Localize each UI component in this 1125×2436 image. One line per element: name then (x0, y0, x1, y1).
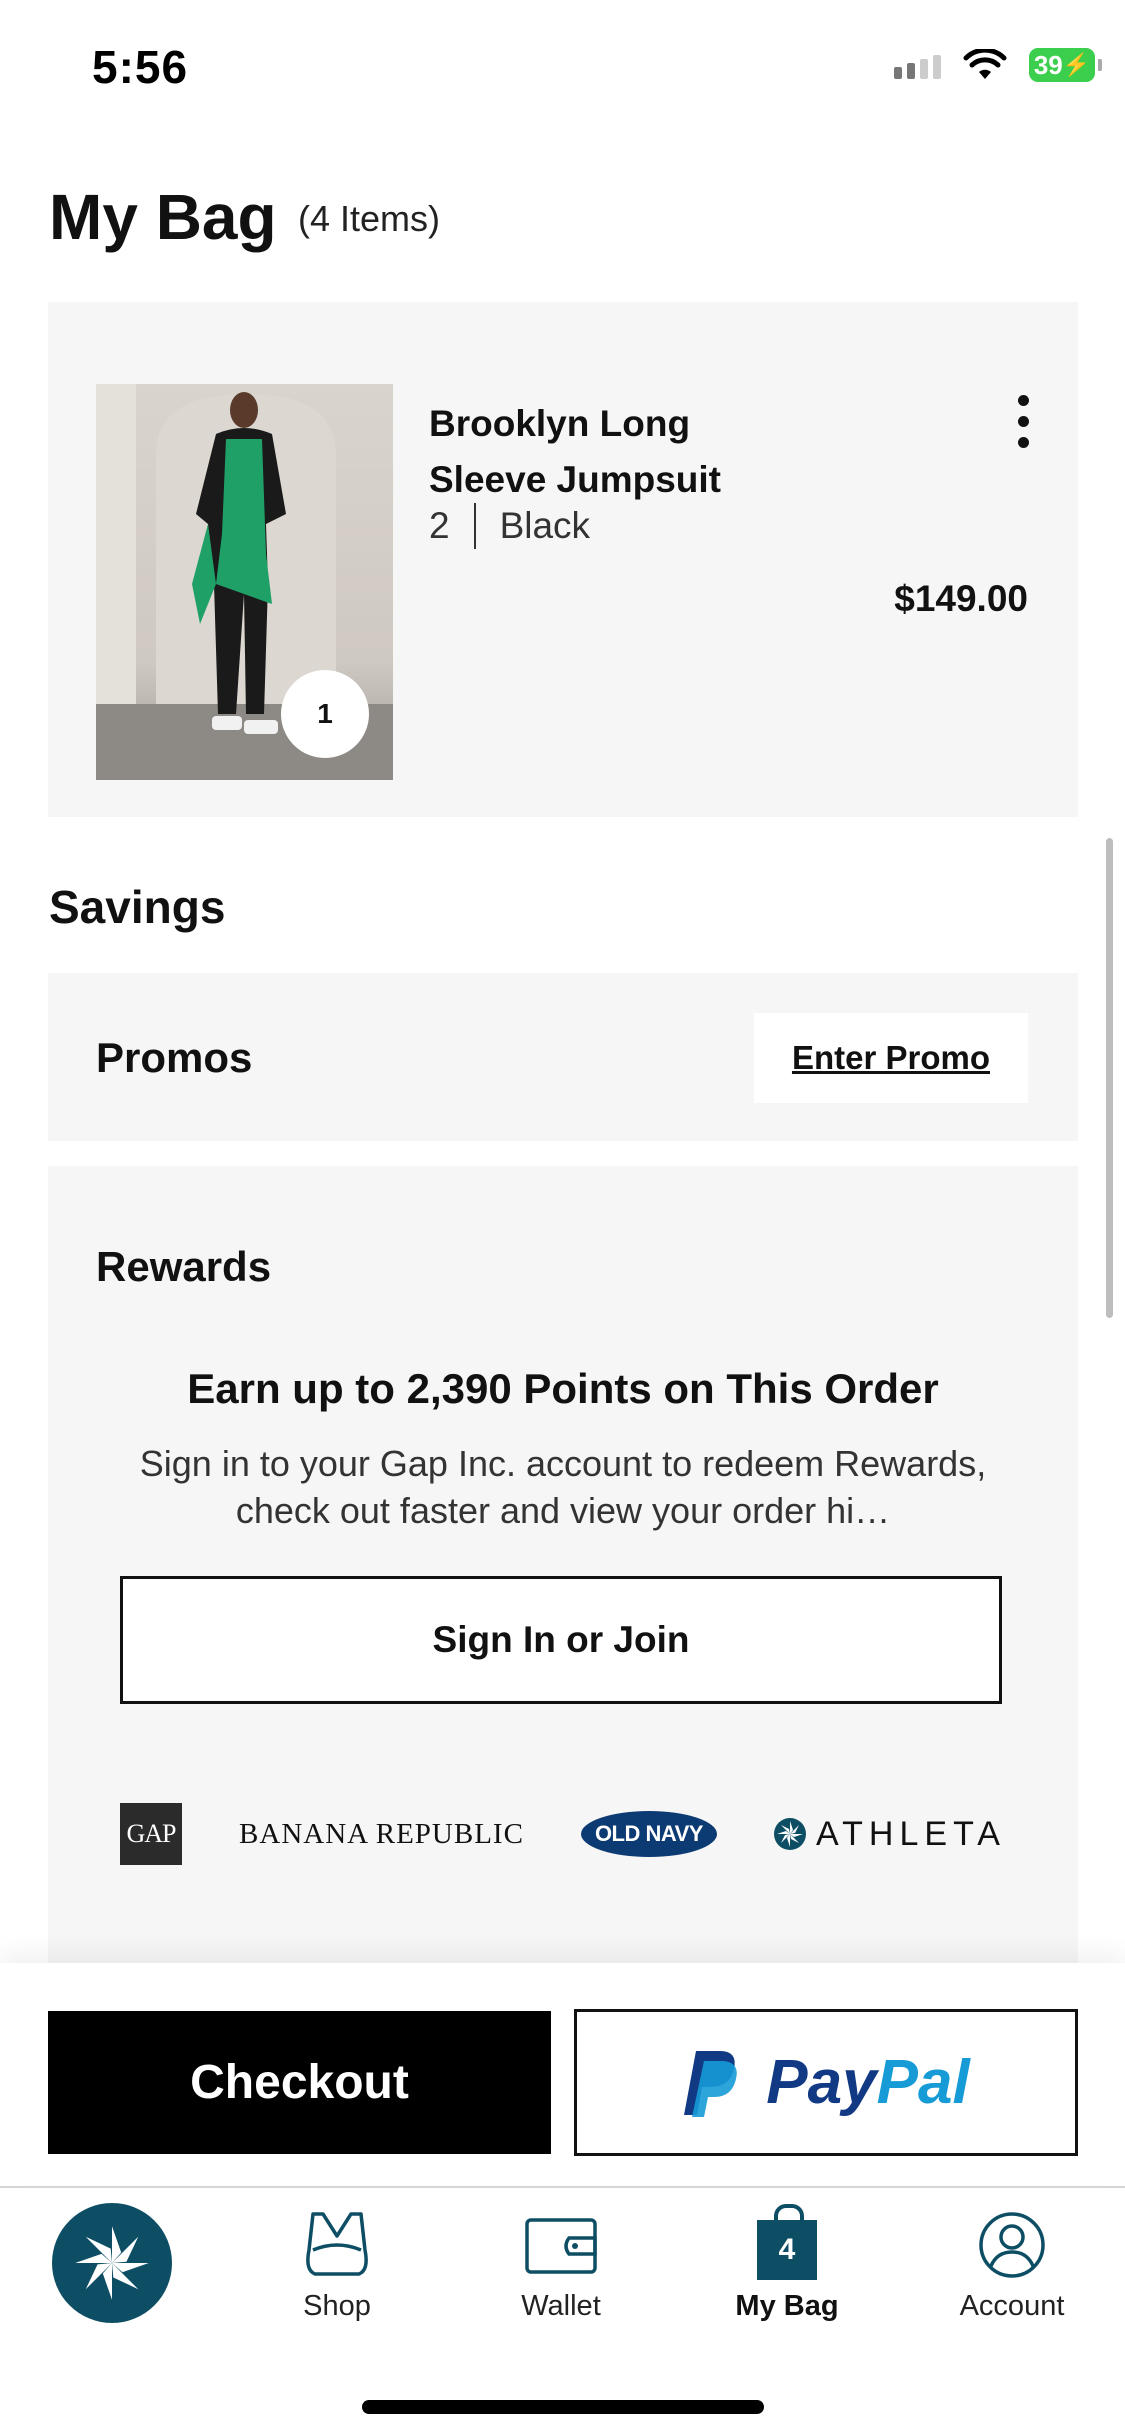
athleta-pinwheel-icon (75, 2226, 149, 2300)
checkout-button[interactable]: Checkout (48, 2011, 551, 2154)
status-icons: 39 ⚡ (894, 48, 1102, 82)
athleta-wordmark: ATHLETA (816, 1814, 1006, 1853)
savings-heading: Savings (49, 881, 226, 933)
product-size: 2 (429, 505, 450, 546)
tab-my-bag[interactable]: 4 My Bag (712, 2204, 862, 2323)
wallet-icon (525, 2218, 597, 2274)
product-name[interactable]: Brooklyn Long Sleeve Jumpsuit (429, 396, 759, 508)
divider (473, 503, 476, 549)
rewards-description: Sign in to your Gap Inc. account to rede… (139, 1443, 987, 1531)
enter-promo-button[interactable]: Enter Promo (754, 1013, 1028, 1103)
battery-icon: 39 ⚡ (1029, 48, 1102, 82)
athleta-pinwheel-icon (774, 1818, 806, 1850)
product-price: $149.00 (894, 578, 1028, 619)
tab-wallet[interactable]: Wallet (486, 2210, 636, 2323)
product-options: 2 Black (429, 503, 590, 549)
tab-label: Wallet (521, 2290, 601, 2322)
item-count: (4 Items) (298, 198, 441, 239)
home-indicator[interactable] (362, 2400, 764, 2414)
sign-in-or-join-button[interactable]: Sign In or Join (120, 1576, 1002, 1704)
tab-home[interactable] (52, 2203, 172, 2323)
more-options-icon[interactable] (1010, 395, 1036, 448)
cellular-signal-icon (894, 51, 941, 79)
shopping-bag-icon: 4 (757, 2204, 817, 2280)
athleta-logo: ATHLETA (774, 1815, 1006, 1854)
sports-bra-icon (306, 2212, 368, 2276)
paypal-button[interactable]: PayPal (574, 2009, 1078, 2156)
rewards-heading: Rewards (96, 1243, 272, 1290)
tab-label: Shop (303, 2290, 371, 2322)
old-navy-logo: OLD NAVY (580, 1811, 717, 1857)
paypal-wordmark: PayPal (766, 2048, 970, 2117)
scrollbar[interactable] (1106, 838, 1113, 1318)
tab-shop[interactable]: Shop (262, 2210, 412, 2323)
tab-bar-divider (0, 2186, 1125, 2188)
wifi-icon (963, 49, 1007, 79)
page-title: My Bag (49, 181, 277, 253)
quantity-badge: 1 (281, 670, 369, 758)
gap-logo: GAP (120, 1803, 182, 1865)
status-time: 5:56 (92, 41, 189, 93)
brand-logos: GAP BANANA REPUBLIC OLD NAVY ATHLETA (120, 1803, 1006, 1865)
tab-account[interactable]: Account (937, 2210, 1087, 2323)
tab-label: Account (959, 2290, 1065, 2322)
points-headline: Earn up to 2,390 Points on This Order (187, 1365, 939, 1412)
account-icon (979, 2212, 1045, 2278)
product-color: Black (499, 505, 591, 546)
banana-republic-logo: BANANA REPUBLIC (239, 1817, 524, 1850)
paypal-icon (684, 2050, 738, 2117)
promos-label: Promos (96, 1034, 253, 1081)
tab-label: My Bag (735, 2290, 839, 2322)
